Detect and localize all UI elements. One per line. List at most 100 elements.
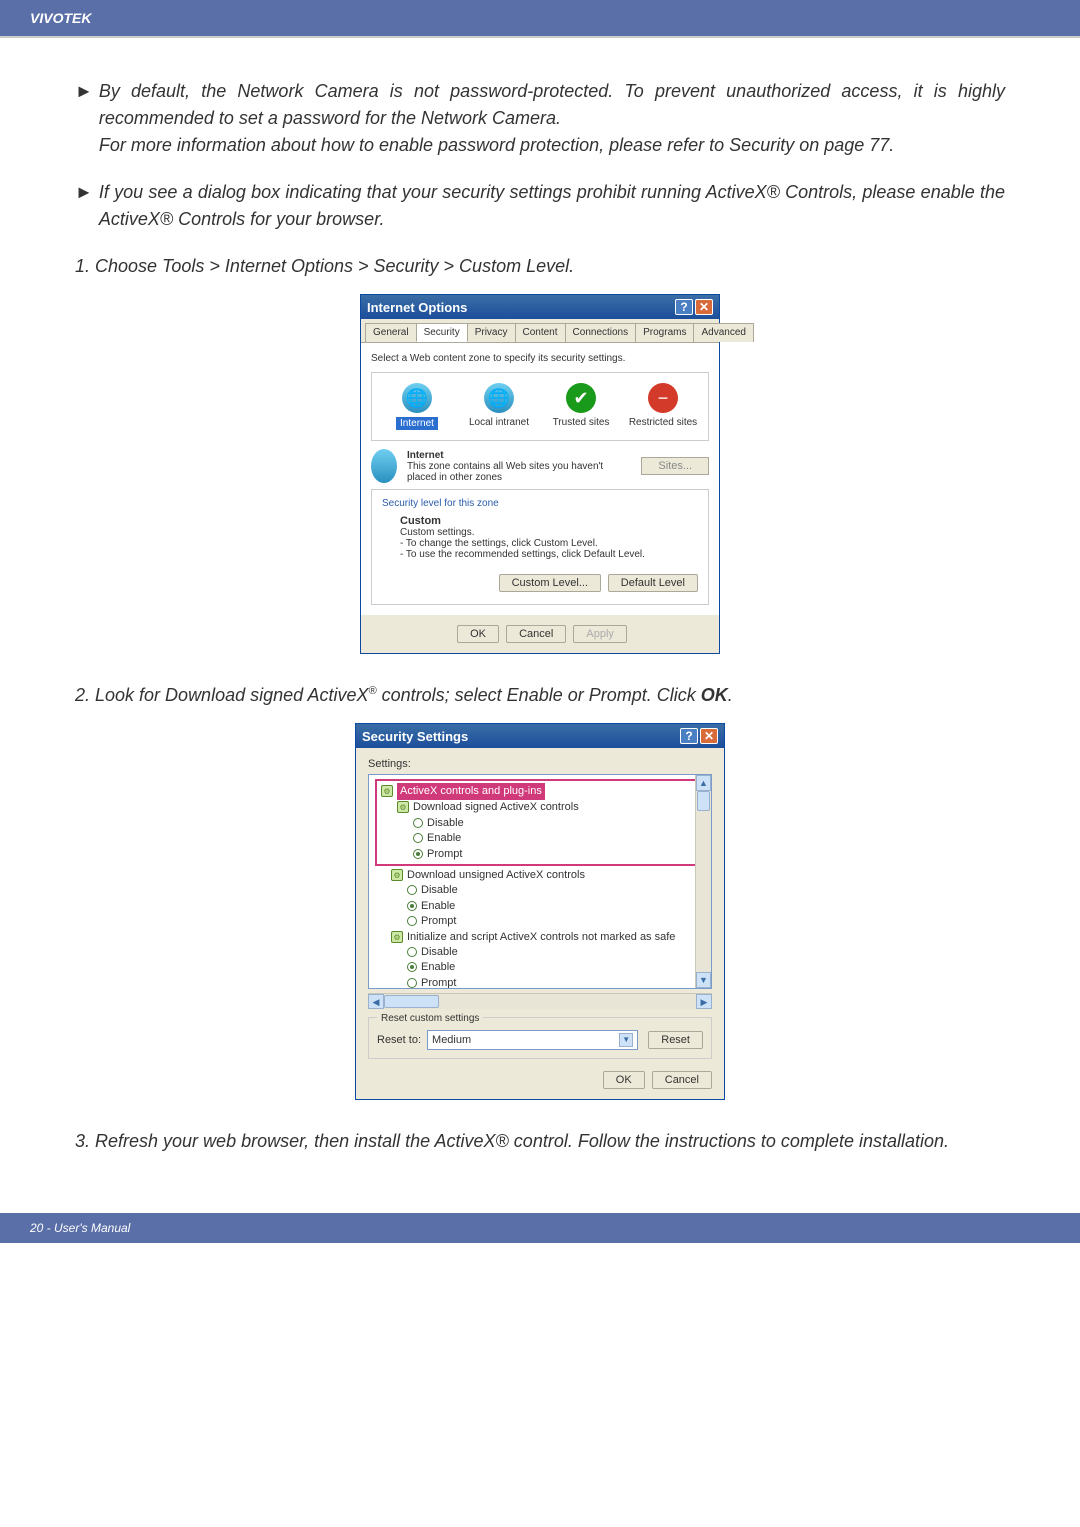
tab-advanced[interactable]: Advanced xyxy=(693,323,753,342)
bullet-2: ► If you see a dialog box indicating tha… xyxy=(75,179,1005,233)
io-tabs: General Security Privacy Content Connect… xyxy=(361,319,719,343)
zone-restricted-label: Restricted sites xyxy=(628,417,698,428)
opt-disable: Disable xyxy=(421,884,458,896)
radio-icon[interactable] xyxy=(413,818,423,828)
io-footer: OK Cancel Apply xyxy=(361,615,719,653)
bullet-1: ► By default, the Network Camera is not … xyxy=(75,78,1005,159)
dialog-1-wrap: Internet Options ? ✕ General Security Pr… xyxy=(75,294,1005,654)
io-titlebar: Internet Options ? ✕ xyxy=(361,295,719,319)
zone-trusted-label: Trusted sites xyxy=(546,417,616,428)
opt-enable: Enable xyxy=(421,900,455,912)
radio-icon[interactable] xyxy=(407,901,417,911)
io-custom-sub: Custom settings. xyxy=(400,527,474,538)
brand-text: VIVOTEK xyxy=(30,10,91,26)
footer-bar: 20 - User's Manual xyxy=(0,1213,1080,1243)
radio-icon[interactable] xyxy=(407,885,417,895)
tab-programs[interactable]: Programs xyxy=(635,323,694,342)
scroll-right-icon[interactable]: ▶ xyxy=(696,994,712,1009)
ss-item-2: Download unsigned ActiveX controls xyxy=(407,869,585,881)
opt-prompt: Prompt xyxy=(427,848,462,860)
opt-disable: Disable xyxy=(421,946,458,958)
step-2-end: . xyxy=(728,685,733,705)
cancel-button[interactable]: Cancel xyxy=(506,625,566,643)
default-level-button[interactable]: Default Level xyxy=(608,574,698,592)
gear-icon: ⚙ xyxy=(381,785,393,797)
scroll-down-icon[interactable]: ▼ xyxy=(696,972,711,988)
step-2-bold: OK xyxy=(701,685,728,705)
header-bar: VIVOTEK xyxy=(0,0,1080,38)
custom-level-button[interactable]: Custom Level... xyxy=(499,574,601,592)
intranet-icon: 🌐 xyxy=(484,383,514,413)
io-zone-prompt: Select a Web content zone to specify its… xyxy=(371,353,709,364)
reset-to-select[interactable]: Medium ▼ xyxy=(427,1030,638,1050)
zone-local-intranet[interactable]: 🌐 Local intranet xyxy=(464,383,534,430)
reset-button[interactable]: Reset xyxy=(648,1031,703,1049)
help-icon[interactable]: ? xyxy=(675,299,693,315)
footer-text: 20 - User's Manual xyxy=(30,1221,130,1235)
close-icon[interactable]: ✕ xyxy=(700,728,718,744)
opt-prompt: Prompt xyxy=(421,977,456,989)
tab-connections[interactable]: Connections xyxy=(565,323,637,342)
step-2-post: controls; select Enable or Prompt. Click xyxy=(377,685,701,705)
gear-icon: ⚙ xyxy=(391,869,403,881)
scroll-thumb[interactable] xyxy=(384,995,439,1008)
zone-internet-label: Internet xyxy=(396,417,438,430)
radio-icon[interactable] xyxy=(407,978,417,988)
radio-icon[interactable] xyxy=(413,849,423,859)
ss-group-1: ActiveX controls and plug-ins xyxy=(397,783,545,800)
scroll-left-icon[interactable]: ◀ xyxy=(368,994,384,1009)
scroll-thumb[interactable] xyxy=(697,791,710,811)
help-icon[interactable]: ? xyxy=(680,728,698,744)
gear-icon: ⚙ xyxy=(391,931,403,943)
io-custom-l2: - To use the recommended settings, click… xyxy=(400,549,645,560)
step-3: 3. Refresh your web browser, then instal… xyxy=(75,1128,1005,1155)
step-1: 1. Choose Tools > Internet Options > Sec… xyxy=(75,253,1005,280)
zone-restricted-sites[interactable]: − Restricted sites xyxy=(628,383,698,430)
registered-mark: ® xyxy=(369,685,377,697)
opt-disable: Disable xyxy=(427,817,464,829)
cancel-button[interactable]: Cancel xyxy=(652,1071,712,1089)
opt-enable: Enable xyxy=(427,832,461,844)
io-zone-name: Internet xyxy=(407,450,444,461)
vertical-scrollbar[interactable]: ▲ ▼ xyxy=(695,775,711,988)
reset-to-value: Medium xyxy=(432,1034,471,1046)
close-icon[interactable]: ✕ xyxy=(695,299,713,315)
tab-privacy[interactable]: Privacy xyxy=(467,323,516,342)
check-icon: ✔ xyxy=(566,383,596,413)
ok-button[interactable]: OK xyxy=(603,1071,645,1089)
ss-settings-list[interactable]: ⚙ActiveX controls and plug-ins ⚙Download… xyxy=(368,774,712,989)
io-security-level: Security level for this zone Custom Cust… xyxy=(371,489,709,605)
ss-title-text: Security Settings xyxy=(362,729,468,744)
zone-trusted-sites[interactable]: ✔ Trusted sites xyxy=(546,383,616,430)
ss-settings-label: Settings: xyxy=(368,758,712,770)
tab-content[interactable]: Content xyxy=(515,323,566,342)
radio-icon[interactable] xyxy=(407,947,417,957)
ss-item-1: Download signed ActiveX controls xyxy=(413,801,579,813)
io-zoneinfo: Internet This zone contains all Web site… xyxy=(371,449,709,483)
radio-icon[interactable] xyxy=(407,916,417,926)
security-settings-dialog: Security Settings ? ✕ Settings: ⚙ActiveX… xyxy=(355,723,725,1100)
horizontal-scrollbar[interactable]: ◀ ▶ xyxy=(368,993,712,1009)
globe-icon xyxy=(371,449,397,483)
scroll-up-icon[interactable]: ▲ xyxy=(696,775,711,791)
content-area: ► By default, the Network Camera is not … xyxy=(0,38,1080,1189)
radio-icon[interactable] xyxy=(407,962,417,972)
chevron-down-icon[interactable]: ▼ xyxy=(619,1033,633,1047)
sites-button: Sites... xyxy=(641,457,709,475)
ok-button[interactable]: OK xyxy=(457,625,499,643)
gear-icon: ⚙ xyxy=(397,801,409,813)
minus-icon: − xyxy=(648,383,678,413)
radio-icon[interactable] xyxy=(413,833,423,843)
ss-reset-to-label: Reset to: xyxy=(377,1034,421,1046)
ss-reset-group: Reset custom settings Reset to: Medium ▼… xyxy=(368,1017,712,1059)
dialog-2-wrap: Security Settings ? ✕ Settings: ⚙ActiveX… xyxy=(75,723,1005,1100)
tab-general[interactable]: General xyxy=(365,323,417,342)
step-2-pre: 2. Look for Download signed ActiveX xyxy=(75,685,369,705)
ss-body: Settings: ⚙ActiveX controls and plug-ins… xyxy=(356,748,724,1099)
zone-internet[interactable]: 🌐 Internet xyxy=(382,383,452,430)
step-1-text: 1. Choose Tools > Internet Options > Sec… xyxy=(75,256,574,276)
ss-button-row: OK Cancel xyxy=(368,1071,712,1089)
ss-reset-title: Reset custom settings xyxy=(377,1013,483,1024)
tab-security[interactable]: Security xyxy=(416,323,468,342)
io-body: Select a Web content zone to specify its… xyxy=(361,343,719,615)
